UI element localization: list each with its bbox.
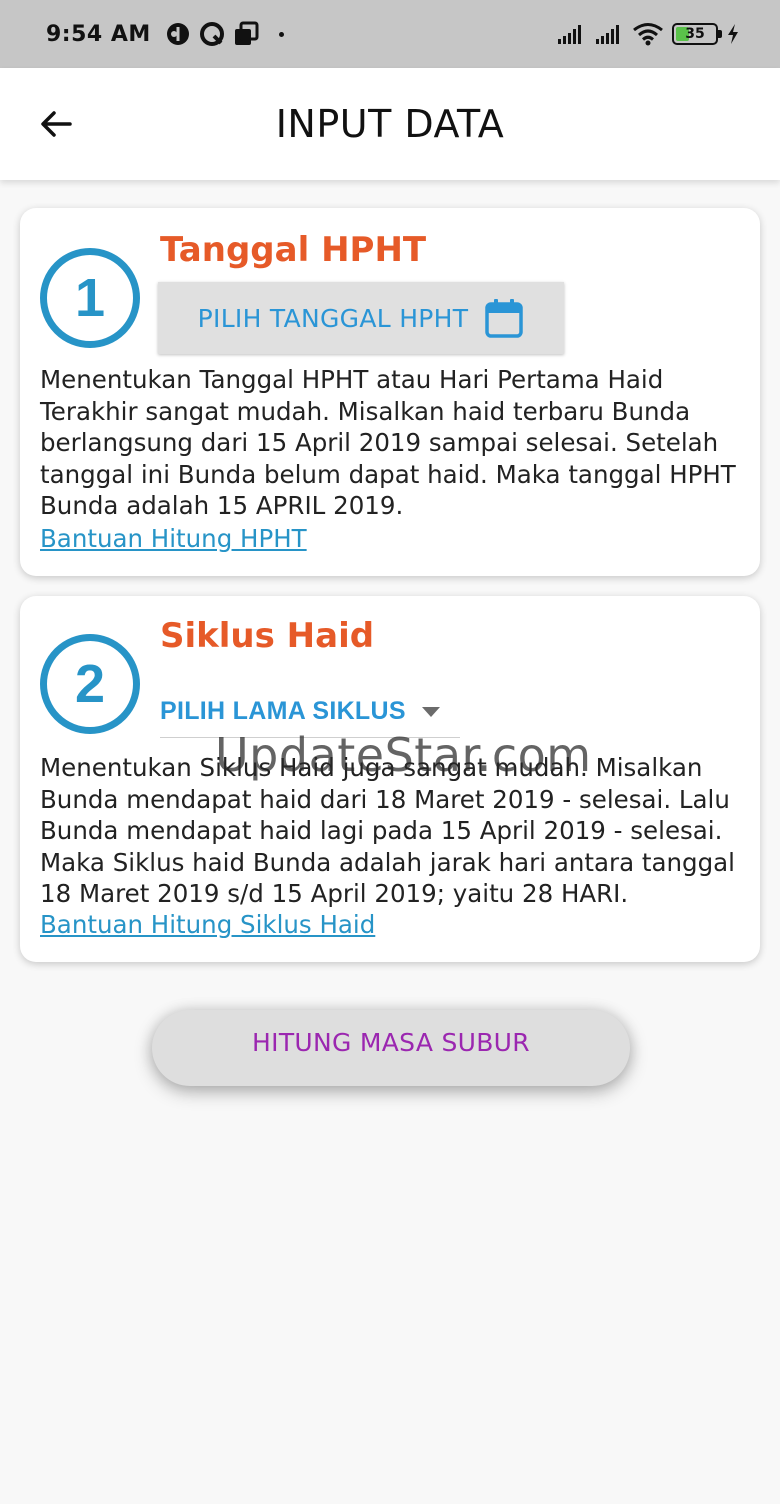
cycle-length-dropdown-label: PILIH LAMA SIKLUS	[160, 697, 406, 725]
card-title: Tanggal HPHT	[160, 230, 427, 270]
app-notification-icon	[233, 21, 259, 47]
hpht-help-link[interactable]: Bantuan Hitung HPHT	[40, 524, 307, 553]
cycle-card: 2 Siklus Haid PILIH LAMA SIKLUS Menentuk…	[20, 596, 760, 962]
hpht-card: 1 Tanggal HPHT PILIH TANGGAL HPHT Menent…	[20, 208, 760, 576]
step-number-badge: 2	[40, 634, 140, 734]
pick-hpht-date-button[interactable]: PILIH TANGGAL HPHT	[158, 282, 564, 354]
cycle-length-dropdown[interactable]: PILIH LAMA SIKLUS	[160, 686, 460, 738]
status-bar: 9:54 AM 35	[0, 0, 780, 68]
back-button[interactable]	[36, 104, 76, 144]
dropdown-arrow-icon	[421, 706, 440, 717]
notification-dot-icon	[278, 31, 284, 37]
card-description: Menentukan Tanggal HPHT atau Hari Pertam…	[40, 365, 736, 520]
app-notification-icon	[199, 21, 225, 47]
app-bar: INPUT DATA	[0, 68, 780, 180]
pick-hpht-date-label: PILIH TANGGAL HPHT	[197, 303, 469, 333]
signal-icon	[558, 25, 581, 44]
app-notification-icon	[165, 21, 191, 47]
back-arrow-icon	[41, 111, 72, 137]
calendar-icon	[485, 299, 524, 338]
step-number-badge: 1	[40, 248, 140, 348]
status-right-group: 35	[556, 22, 740, 46]
card-title: Siklus Haid	[160, 616, 375, 656]
wifi-icon	[633, 23, 663, 46]
battery-level: 35	[685, 26, 705, 42]
battery-icon: 35	[672, 23, 722, 45]
cycle-help-link[interactable]: Bantuan Hitung Siklus Haid	[40, 910, 375, 939]
card-description: Menentukan Siklus Haid juga sangat mudah…	[40, 753, 735, 908]
signal-icon	[596, 25, 619, 44]
status-time: 9:54 AM	[46, 21, 151, 47]
page-title: INPUT DATA	[275, 102, 505, 146]
calculate-fertile-period-button[interactable]: HITUNG MASA SUBUR	[152, 1010, 630, 1086]
calculate-button-label: HITUNG MASA SUBUR	[252, 1027, 530, 1057]
charging-icon	[728, 24, 738, 44]
